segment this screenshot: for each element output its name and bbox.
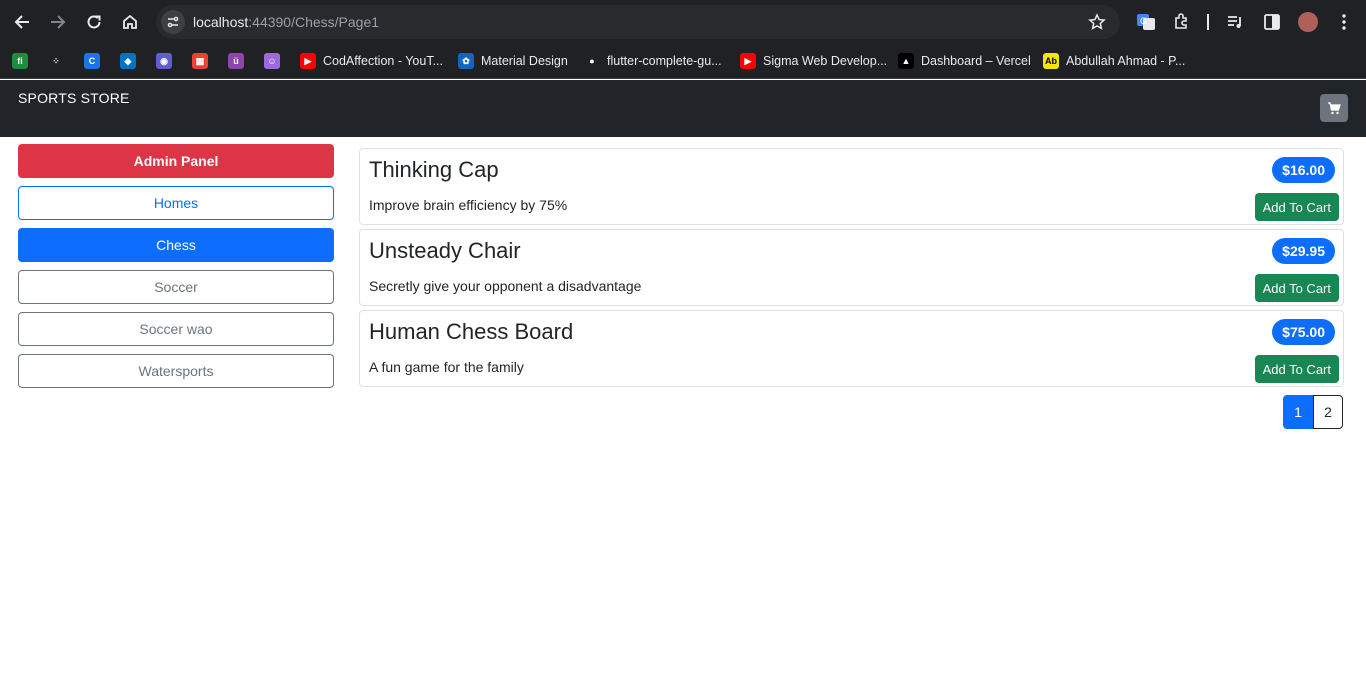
product-name: Human Chess Board bbox=[369, 319, 574, 344]
github-icon: ● bbox=[584, 53, 600, 69]
bookmark-item[interactable]: ⁘ bbox=[48, 51, 71, 71]
svg-text:G: G bbox=[1140, 16, 1147, 26]
reload-icon bbox=[87, 15, 101, 29]
bookmark-item[interactable]: Ab Abdullah Ahmad - P... bbox=[1043, 51, 1185, 71]
product-list: Thinking Cap $16.00 Improve brain efficien… bbox=[359, 148, 1344, 391]
forward-arrow-icon bbox=[51, 15, 66, 29]
back-button[interactable] bbox=[10, 10, 34, 34]
bookmark-item[interactable]: ● flutter-complete-gu... bbox=[584, 51, 722, 71]
bookmark-item[interactable]: ▶ Sigma Web Develop... bbox=[740, 51, 887, 71]
address-bar[interactable]: localhost:44390/Chess/Page1 bbox=[156, 5, 1120, 39]
add-to-cart-button[interactable]: Add To Cart bbox=[1254, 355, 1339, 383]
u-icon: ü bbox=[228, 53, 244, 69]
product-description: Improve brain efficiency by 75% bbox=[369, 197, 568, 213]
browser-toolbar: localhost:44390/Chess/Page1 G bbox=[0, 0, 1366, 44]
bookmark-label: Abdullah Ahmad - P... bbox=[1066, 54, 1186, 68]
toolbar-divider bbox=[1207, 14, 1209, 30]
bookmark-label: CodAffection - YouT... bbox=[323, 54, 443, 68]
bookmark-label: flutter-complete-gu... bbox=[607, 54, 722, 68]
url-path: :44390/Chess/Page1 bbox=[248, 14, 380, 30]
side-panel-icon[interactable] bbox=[1261, 11, 1283, 33]
bookmark-item[interactable]: fi bbox=[12, 51, 35, 71]
bookmark-item[interactable]: ▲ Dashboard – Vercel bbox=[898, 51, 1031, 71]
dots-icon: ⁘ bbox=[48, 53, 64, 69]
bookmark-item[interactable]: ☺ bbox=[264, 51, 287, 71]
url-text: localhost:44390/Chess/Page1 bbox=[193, 14, 379, 30]
ab-icon: Ab bbox=[1043, 53, 1059, 69]
cart-icon bbox=[1328, 102, 1341, 115]
bookmark-item[interactable]: ▦ bbox=[192, 51, 215, 71]
home-button[interactable] bbox=[118, 10, 142, 34]
youtube-icon: ▶ bbox=[300, 53, 316, 69]
category-button-soccer[interactable]: Soccer bbox=[18, 270, 334, 304]
cart-button[interactable] bbox=[1320, 94, 1348, 122]
profile-avatar[interactable] bbox=[1297, 11, 1319, 33]
page-button-2[interactable]: 2 bbox=[1313, 395, 1343, 429]
translate-icon[interactable]: G bbox=[1135, 11, 1157, 33]
home-icon bbox=[123, 14, 137, 29]
product-card: Human Chess Board $75.00 A fun game for th… bbox=[359, 310, 1344, 387]
category-button-chess[interactable]: Chess bbox=[18, 228, 334, 262]
bookmark-label: Dashboard – Vercel bbox=[921, 54, 1031, 68]
media-control-icon[interactable] bbox=[1224, 11, 1246, 33]
product-name: Thinking Cap bbox=[369, 157, 499, 182]
c-icon: C bbox=[84, 53, 100, 69]
product-description: Secretly give your opponent a disadvanta… bbox=[369, 278, 642, 294]
eye-icon: ◉ bbox=[156, 53, 172, 69]
price-badge: $29.95 bbox=[1272, 238, 1335, 264]
avatar-icon: ☺ bbox=[264, 53, 280, 69]
forward-button[interactable] bbox=[46, 10, 70, 34]
site-navbar: SPORTS STORE bbox=[0, 80, 1366, 137]
youtube-icon: ▶ bbox=[740, 53, 756, 69]
grid-icon: ▦ bbox=[192, 53, 208, 69]
bookmark-item[interactable]: ✿ Material Design bbox=[458, 51, 568, 71]
material-icon: ✿ bbox=[458, 53, 474, 69]
bookmark-item[interactable]: ◆ bbox=[120, 51, 143, 71]
price-badge: $16.00 bbox=[1272, 157, 1335, 183]
back-arrow-icon bbox=[14, 15, 29, 29]
add-to-cart-button[interactable]: Add To Cart bbox=[1254, 274, 1339, 302]
site-info-icon[interactable] bbox=[161, 10, 185, 34]
bookmark-star-icon[interactable] bbox=[1088, 13, 1106, 36]
browser-menu-icon[interactable] bbox=[1333, 11, 1355, 33]
brand-title[interactable]: SPORTS STORE bbox=[18, 90, 130, 106]
product-card: Unsteady Chair $29.95 Secretly give your o… bbox=[359, 229, 1344, 306]
bookmark-label: Material Design bbox=[481, 54, 568, 68]
bookmark-label: Sigma Web Develop... bbox=[763, 54, 888, 68]
bookmark-item[interactable]: ◉ bbox=[156, 51, 179, 71]
dart-icon: ◆ bbox=[120, 53, 136, 69]
vercel-icon: ▲ bbox=[898, 53, 914, 69]
url-host: localhost bbox=[193, 14, 249, 30]
category-sidebar: Admin Panel Homes Chess Soccer Soccer wao Wa… bbox=[18, 144, 334, 396]
bookmark-item[interactable]: ▶ CodAffection - YouT... bbox=[300, 51, 443, 71]
pagination: 12 bbox=[1283, 395, 1343, 429]
fi-icon: fi bbox=[12, 53, 28, 69]
category-button-watersports[interactable]: Watersports bbox=[18, 354, 334, 388]
add-to-cart-button[interactable]: Add To Cart bbox=[1254, 193, 1339, 221]
page-button-1[interactable]: 1 bbox=[1283, 395, 1313, 429]
price-badge: $75.00 bbox=[1272, 319, 1335, 345]
category-button-homes[interactable]: Homes bbox=[18, 186, 334, 220]
admin-panel-button[interactable]: Admin Panel bbox=[18, 144, 334, 178]
extensions-icon[interactable] bbox=[1171, 11, 1193, 33]
product-name: Unsteady Chair bbox=[369, 238, 521, 263]
product-card: Thinking Cap $16.00 Improve brain efficien… bbox=[359, 148, 1344, 225]
reload-button[interactable] bbox=[82, 10, 106, 34]
category-button-soccer-wao[interactable]: Soccer wao bbox=[18, 312, 334, 346]
bookmark-item[interactable]: ü bbox=[228, 51, 251, 71]
bookmarks-bar: fi ⁘ C ◆ ◉ ▦ ü ☺ ▶ CodAffection - YouT... ✿ Materia… bbox=[0, 44, 1366, 79]
product-description: A fun game for the family bbox=[369, 359, 524, 375]
bookmark-item[interactable]: C bbox=[84, 51, 107, 71]
